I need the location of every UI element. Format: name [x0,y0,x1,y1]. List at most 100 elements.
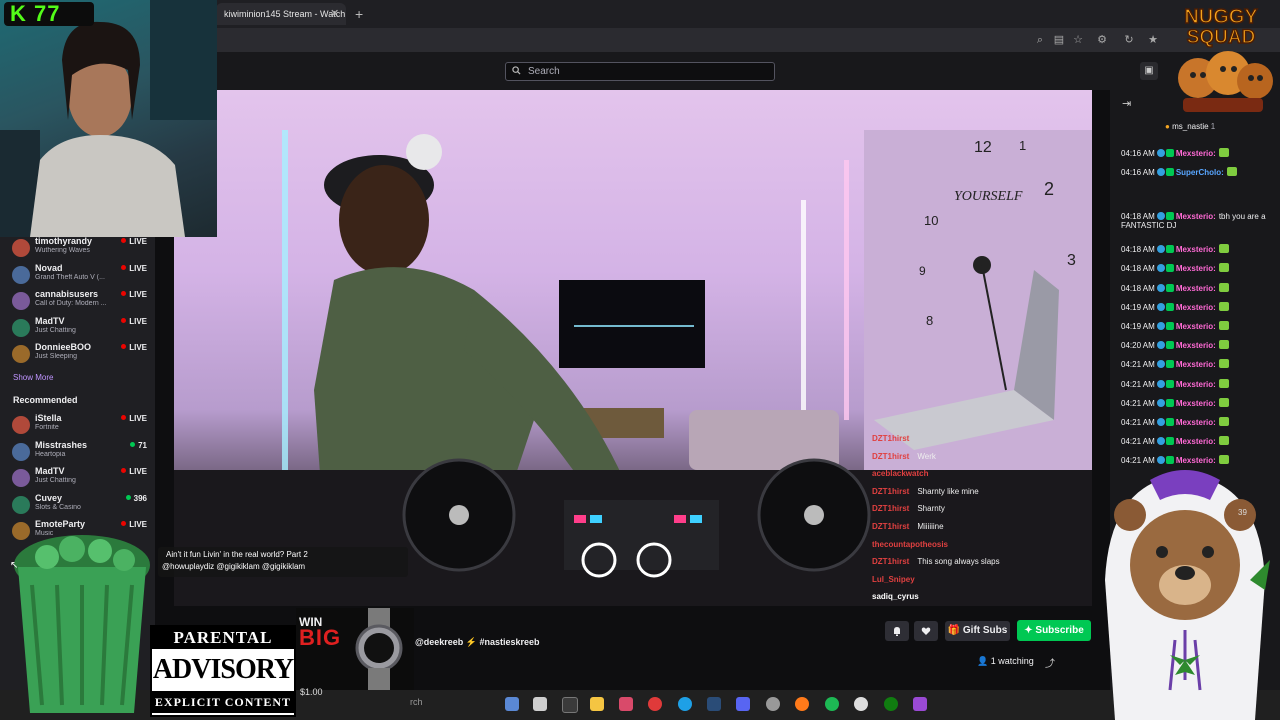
channel-avatar [12,416,30,434]
sidebar-channel-misstrashes[interactable]: Misstrashes Heartopia 71 [12,440,152,466]
taskbar-app-icon[interactable] [619,697,633,711]
pinned-count: 1 [1210,122,1216,131]
notification-bell-icon[interactable] [885,621,909,641]
channel-category: Slots & Casino [35,503,81,511]
sidebar-channel-madtv[interactable]: MadTV Just Chatting LIVE [12,316,152,342]
channel-status: LIVE [121,264,147,273]
taskbar-xbox-icon[interactable] [884,697,898,711]
chat-username[interactable]: Mexsterio: [1176,284,1216,293]
chat-username[interactable]: SuperCholo: [1176,168,1224,177]
channel-status-text: LIVE [129,237,147,246]
sidebar-channel-timothyrandy[interactable]: timothyrandy Wuthering Waves LIVE [12,236,152,262]
chat-username[interactable]: Mexsterio: [1176,380,1216,389]
refresh-icon[interactable]: ↻ [1122,33,1136,47]
search-input[interactable]: Search [505,62,775,81]
browser-tab[interactable]: kiwiminion145 Stream - Watch [216,3,346,25]
taskbar-opera-icon[interactable] [648,697,662,711]
video-chat-line: sadiq_cyrus [872,592,927,601]
follow-heart-icon[interactable] [914,621,938,641]
chat-pinned-bar[interactable]: ● ms_nastie 1 [1165,122,1215,131]
bookmark-star-icon[interactable]: ☆ [1071,33,1085,47]
sub-badge-icon [1165,302,1174,311]
zoom-icon[interactable]: ⌕ [1033,33,1047,47]
taskbar-steam-icon[interactable] [707,697,721,711]
taskbar-obs-icon[interactable] [854,697,868,711]
taskbar-task-view-icon[interactable] [533,697,547,711]
taskbar-firefox-icon[interactable] [795,697,809,711]
promo-price: $1.00 [300,687,323,697]
collapse-chat-icon[interactable]: ⇥ [1122,97,1131,110]
song-credits: @howuplaydiz @gigikiklam @gigikiklam [162,562,306,571]
chat-username[interactable]: Mexsterio: [1176,245,1216,254]
emote-icon [1218,359,1229,369]
stream-tags[interactable]: @deekreeb ⚡ #nastieskreeb [415,637,540,648]
chat-message: 04:20 AM Mexsterio: [1121,340,1276,350]
sidebar-channel-madtv[interactable]: MadTV Just Chatting LIVE [12,466,152,492]
chat-username[interactable]: Mexsterio: [1176,418,1216,427]
taskbar-app2-icon[interactable] [913,697,927,711]
theatre-mode-icon[interactable]: ▣ [1140,62,1158,80]
sidebar-channel-novad[interactable]: Novad Grand Theft Auto V (... LIVE [12,263,152,289]
reader-icon[interactable]: ▤ [1052,33,1066,47]
sidebar-channel-cuvey[interactable]: Cuvey Slots & Casino 396 [12,493,152,519]
taskbar-explorer-icon[interactable] [590,697,604,711]
chat-count-badge: 39 [1238,508,1247,517]
verified-badge-icon [1156,245,1165,254]
video-chat-text: Sharnty like mine [917,486,979,496]
emote-icon [1218,263,1229,273]
address-bar[interactable] [216,28,1280,52]
video-chat-user: DZT1hirst [872,504,910,514]
chat-username[interactable]: Mexsterio: [1176,437,1216,446]
sidebar-channel-donnieeboo[interactable]: DonnieeBOO Just Sleeping LIVE [12,342,152,368]
share-icon[interactable]: ⤴ [1045,655,1055,670]
webcam-overlay [0,0,217,237]
taskbar-terminal-icon[interactable] [562,697,578,713]
favorites-icon[interactable]: ★ [1146,33,1160,47]
chat-timestamp: 04:18 AM [1121,283,1155,293]
chat-timestamp: 04:21 AM [1121,398,1155,408]
video-chat-line: DZT1hirst This song always slaps [872,557,1000,566]
taskbar-edge-icon[interactable] [678,697,692,711]
video-chat-text: Sharnty [917,504,945,514]
video-chat-user: DZT1hirst [872,451,910,461]
channel-status: 71 [130,441,147,450]
sidebar-channel-istella[interactable]: iStella Fortnite LIVE [12,413,152,439]
chat-message: 04:16 AM SuperCholo: [1121,167,1276,177]
chat-username[interactable]: Mexsterio: [1176,341,1216,350]
emote-icon [1218,340,1229,350]
channel-status: LIVE [121,343,147,352]
taskbar-search[interactable]: rch [410,697,423,707]
video-player[interactable]: 12 1 2 3 4 10 9 8 YOURSELF [174,90,1092,606]
chat-username[interactable]: Mexsterio: [1176,212,1216,221]
subscribe-button[interactable]: ✦ Subscribe [1017,620,1091,641]
channel-name: MadTV [35,466,65,476]
show-more-link[interactable]: Show More [13,373,53,382]
channel-status: LIVE [121,317,147,326]
extension-icon[interactable]: ⚙ [1095,33,1109,47]
emote-icon [1226,167,1237,177]
tab-close-icon[interactable]: ✕ [330,3,339,25]
advisory-explicit: EXPLICIT CONTENT [152,691,294,713]
gift-subs-button[interactable]: 🎁 Gift Subs [945,621,1010,641]
mouse-cursor-icon: ↖ [10,560,19,571]
video-chat-user: DZT1hirst [872,557,910,567]
taskbar-widgets-icon[interactable] [505,697,519,711]
chat-username[interactable]: Mexsterio: [1176,149,1216,158]
chat-username[interactable]: Mexsterio: [1176,322,1216,331]
sidebar-channel-cannabisusers[interactable]: cannabisusers Call of Duty: Modern ... LIV… [12,289,152,315]
taskbar-discord-icon[interactable] [736,697,750,711]
chat-timestamp: 04:21 AM [1121,379,1155,389]
chat-username[interactable]: Mexsterio: [1176,399,1216,408]
emote-icon [1218,417,1229,426]
chat-username[interactable]: Mexsterio: [1176,360,1216,369]
chat-username[interactable]: Mexsterio: [1176,303,1216,312]
chat-username[interactable]: Mexsterio: [1176,264,1216,273]
sub-badge-icon [1165,322,1174,330]
emote-icon [1218,282,1229,292]
taskbar-spotify-icon[interactable] [825,697,839,711]
channel-name: Cuvey [35,492,63,503]
new-tab-button[interactable]: + [355,3,363,25]
video-chat-line: DZT1hirst Sharnty like mine [872,487,979,496]
taskbar-github-icon[interactable] [766,697,780,711]
verified-badge-icon [1156,418,1165,426]
